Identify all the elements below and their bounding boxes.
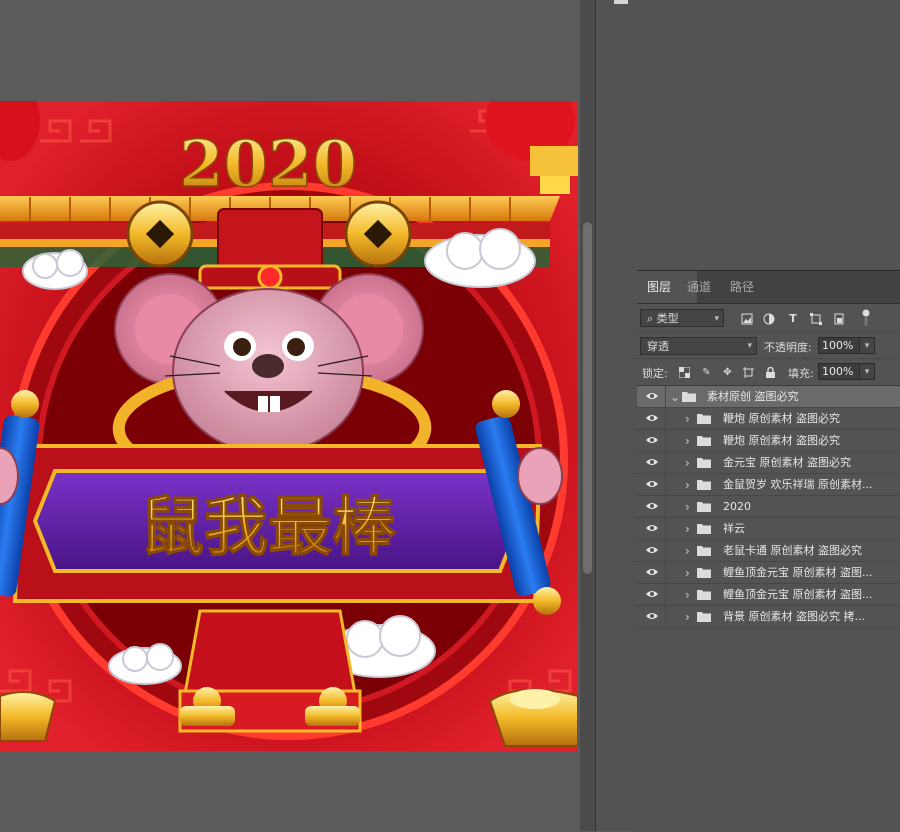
- layer-name: 鲤鱼顶金元宝 原创素材 盗图...: [723, 588, 873, 601]
- eye-visibility-icon[interactable]: [645, 523, 659, 533]
- layer-name: 金元宝 原创素材 盗图必究: [723, 456, 851, 469]
- fill-field[interactable]: 100%: [818, 363, 860, 380]
- eye-visibility-icon[interactable]: [645, 589, 659, 599]
- document-canvas[interactable]: 2020 鼠我最棒: [0, 101, 578, 751]
- chevron-down-icon: ▾: [714, 314, 719, 324]
- chevron-right-icon[interactable]: ›: [685, 455, 690, 471]
- blend-mode-value: 穿透: [647, 340, 669, 353]
- eye-visibility-icon[interactable]: [645, 545, 659, 555]
- artboard-lock-icon[interactable]: [743, 367, 754, 378]
- eye-visibility-icon[interactable]: [645, 479, 659, 489]
- chevron-right-icon[interactable]: ›: [685, 477, 690, 493]
- search-icon: ⌕: [647, 312, 654, 325]
- layer-name: 鞭炮 原创素材 盗图必究: [723, 434, 840, 447]
- collapsed-panel-strip: [595, 0, 638, 831]
- chevron-right-icon[interactable]: ›: [685, 587, 690, 603]
- eye-visibility-icon[interactable]: [645, 413, 659, 423]
- eye-visibility-icon[interactable]: [645, 501, 659, 511]
- new-year-rat-artwork: 2020 鼠我最棒: [0, 101, 578, 751]
- chevron-down-icon: ▾: [747, 341, 752, 351]
- layer-name: 2020: [723, 500, 751, 513]
- eye-visibility-icon[interactable]: [645, 567, 659, 577]
- folder-icon: [697, 524, 711, 534]
- layer-row[interactable]: › 老鼠卡通 原创素材 盗图必究: [637, 540, 900, 562]
- gold-ingot-right: [488, 688, 578, 747]
- panel-strip-icon[interactable]: [614, 0, 628, 4]
- layer-row[interactable]: › 祥云: [637, 518, 900, 540]
- eye-visibility-icon[interactable]: [645, 391, 659, 401]
- layer-name: 金鼠贺岁 欢乐祥瑞 原创素材...: [723, 478, 873, 491]
- layer-row[interactable]: › 金元宝 原创素材 盗图必究: [637, 452, 900, 474]
- folder-icon: [697, 546, 711, 556]
- chevron-right-icon[interactable]: ›: [685, 411, 690, 427]
- chevron-right-icon[interactable]: ›: [685, 609, 690, 625]
- folder-icon: [697, 436, 711, 446]
- eye-visibility-icon[interactable]: [645, 611, 659, 621]
- fill-slider-button[interactable]: ▾: [859, 363, 875, 380]
- panel-tab-bar: 图层 通道 路径: [637, 271, 900, 304]
- filter-kind-label: 类型: [656, 312, 679, 325]
- layer-name: 背景 原创素材 盗图必究 拷...: [723, 610, 865, 623]
- folder-icon: [682, 392, 696, 402]
- year-title: 2020: [179, 127, 357, 202]
- tab-paths[interactable]: 路径: [720, 271, 782, 303]
- chevron-right-icon[interactable]: ›: [685, 433, 690, 449]
- folder-icon: [697, 568, 711, 578]
- lock-position-move-icon[interactable]: ✥: [722, 367, 733, 378]
- layer-row[interactable]: › 鞭炮 原创素材 盗图必究: [637, 408, 900, 430]
- chevron-right-icon[interactable]: ›: [685, 521, 690, 537]
- opacity-label: 不透明度:: [764, 341, 812, 354]
- chevron-right-icon[interactable]: ›: [685, 565, 690, 581]
- layer-row[interactable]: › 金鼠贺岁 欢乐祥瑞 原创素材...: [637, 474, 900, 496]
- shape-filter-icon[interactable]: [810, 313, 822, 325]
- folder-icon: [697, 590, 711, 600]
- chevron-right-icon[interactable]: ›: [685, 499, 690, 515]
- pixel-filter-icon[interactable]: [741, 313, 753, 325]
- official-hat: [198, 208, 342, 290]
- layers-panel: 图层 通道 路径 ⌕ 类型 ▾ T 穿透 ▾ 不透明度: 100% ▾ 锁定: …: [637, 270, 900, 832]
- layer-row[interactable]: › 鲤鱼顶金元宝 原创素材 盗图...: [637, 584, 900, 606]
- layer-group-row[interactable]: ⌄ 素材原创 盗图必究: [637, 386, 900, 408]
- layer-row[interactable]: › 2020: [637, 496, 900, 518]
- opacity-slider-button[interactable]: ▾: [859, 337, 875, 354]
- layer-name: 老鼠卡通 原创素材 盗图必究: [723, 544, 862, 557]
- lock-label: 锁定:: [642, 367, 668, 380]
- lock-image-pixels-brush-icon[interactable]: ✎: [701, 367, 712, 378]
- mouse-nose: [252, 354, 284, 378]
- layer-row[interactable]: › 背景 原创素材 盗图必究 拷...: [637, 606, 900, 628]
- layer-row[interactable]: › 鞭炮 原创素材 盗图必究: [637, 430, 900, 452]
- smart-object-filter-icon[interactable]: [833, 313, 845, 325]
- upper-empty-panel: [637, 0, 900, 270]
- eye-visibility-icon[interactable]: [645, 435, 659, 445]
- layer-group-name: 素材原创 盗图必究: [707, 390, 799, 403]
- lock-transparent-pixels-icon[interactable]: [678, 366, 691, 379]
- scrollbar-thumb[interactable]: [583, 222, 592, 574]
- coin-left: [126, 200, 194, 268]
- filter-toggle-icon[interactable]: [860, 308, 872, 326]
- gold-ingot-left: [0, 691, 57, 742]
- lock-all-icon[interactable]: [765, 366, 776, 378]
- folder-icon: [697, 458, 711, 468]
- layer-name: 祥云: [723, 522, 745, 535]
- layer-list: ⌄ 素材原创 盗图必究 › 鞭炮 原创素材 盗图必究 › 鞭炮 原创素材 盗图必…: [637, 385, 900, 646]
- folder-icon: [697, 480, 711, 490]
- layer-name: 鞭炮 原创素材 盗图必究: [723, 412, 840, 425]
- coin-right: [344, 200, 412, 268]
- layer-name: 鲤鱼顶金元宝 原创素材 盗图...: [723, 566, 873, 579]
- fill-label: 填充:: [788, 367, 814, 380]
- blend-mode-dropdown[interactable]: 穿透 ▾: [640, 337, 757, 355]
- layer-filter-dropdown[interactable]: ⌕ 类型 ▾: [640, 309, 724, 327]
- banner-text: 鼠我最棒: [140, 490, 397, 565]
- folder-icon: [697, 502, 711, 512]
- chevron-down-icon[interactable]: ⌄: [670, 389, 680, 405]
- eye-visibility-icon[interactable]: [645, 457, 659, 467]
- folder-icon: [697, 612, 711, 622]
- layer-row[interactable]: › 鲤鱼顶金元宝 原创素材 盗图...: [637, 562, 900, 584]
- adjustment-filter-icon[interactable]: [763, 313, 775, 325]
- opacity-field[interactable]: 100%: [818, 337, 860, 354]
- type-filter-icon[interactable]: T: [787, 313, 799, 325]
- folder-icon: [697, 414, 711, 424]
- chevron-right-icon[interactable]: ›: [685, 543, 690, 559]
